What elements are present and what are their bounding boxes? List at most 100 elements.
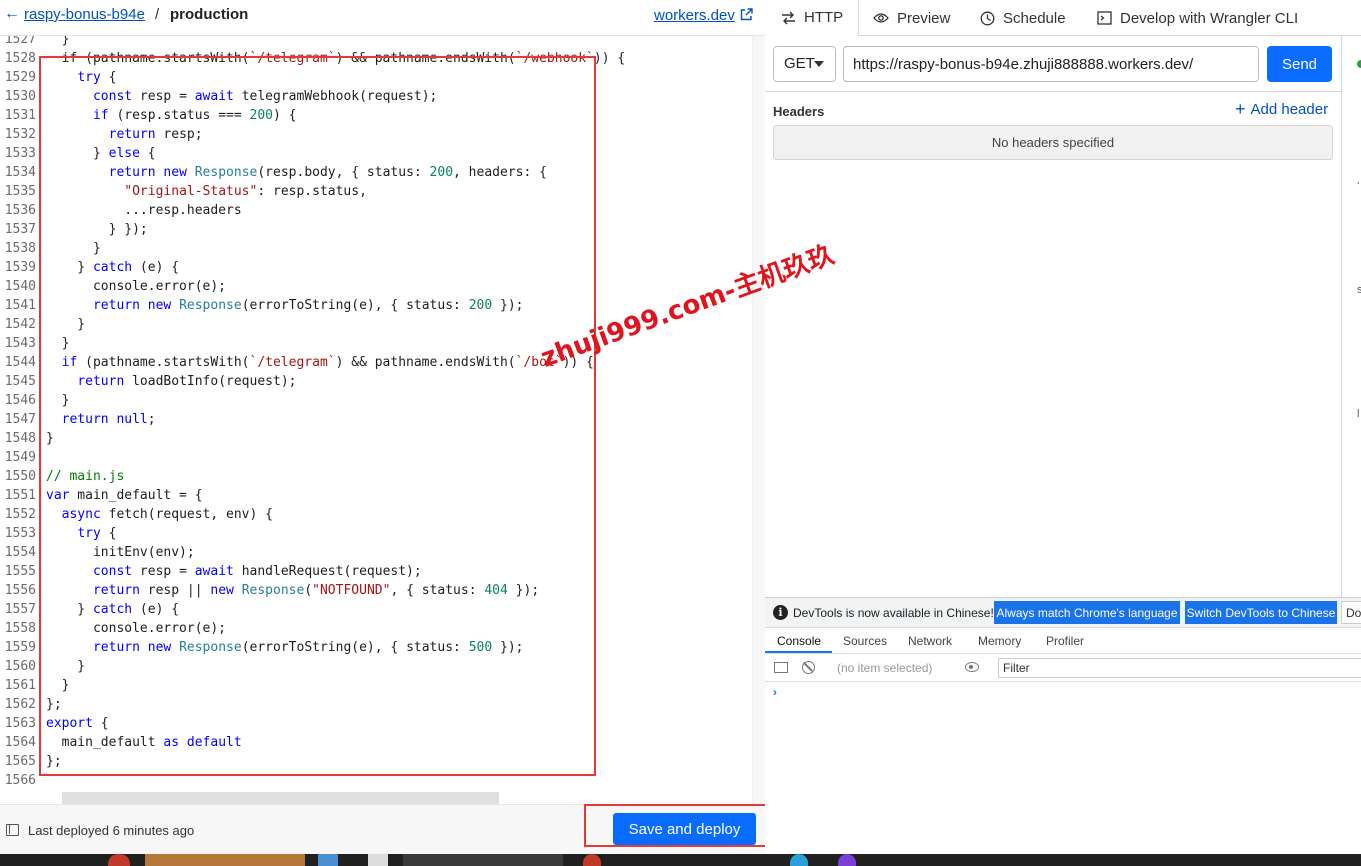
code-line[interactable]: 1553 try { (0, 524, 752, 543)
code-line[interactable]: 1530 const resp = await telegramWebhook(… (0, 87, 752, 106)
code-token: ) && pathname.endsWith( (335, 51, 516, 66)
back-arrow-icon[interactable]: ← (4, 5, 20, 23)
code-line[interactable]: 1527 } (0, 36, 752, 49)
code-text: } (46, 676, 70, 695)
code-line[interactable]: 1528 if (pathname.startsWith(`/telegram`… (0, 49, 752, 68)
tab-http[interactable]: HTTP (765, 0, 859, 37)
code-line[interactable]: 1561 } (0, 676, 752, 695)
clear-console-icon[interactable] (802, 661, 815, 674)
console-filter-input[interactable]: Filter (998, 658, 1361, 678)
external-link-icon[interactable] (740, 8, 753, 21)
truncated-mark: ‘ (1357, 180, 1360, 192)
taskbar-app-icon[interactable] (108, 854, 130, 866)
code-line[interactable]: 1529 try { (0, 68, 752, 87)
code-line[interactable]: 1537 } }); (0, 220, 752, 239)
code-line[interactable]: 1555 const resp = await handleRequest(re… (0, 562, 752, 581)
code-line[interactable]: 1539 } catch (e) { (0, 258, 752, 277)
code-line[interactable]: 1547 return null; (0, 410, 752, 429)
vertical-scrollbar[interactable] (752, 36, 765, 804)
code-line[interactable]: 1534 return new Response(resp.body, { st… (0, 163, 752, 182)
switch-language-button[interactable]: Switch DevTools to Chinese (1185, 601, 1337, 624)
code-line[interactable]: 1548} (0, 429, 752, 448)
code-line[interactable]: 1538 } (0, 239, 752, 258)
code-line[interactable]: 1566 (0, 771, 752, 790)
devtools-tab-console[interactable]: Console (777, 634, 821, 648)
line-number: 1539 (4, 260, 36, 275)
code-line[interactable]: 1549 (0, 448, 752, 467)
line-number: 1553 (4, 526, 36, 541)
code-token: } (46, 336, 70, 351)
code-token: (pathname.startsWith( (77, 355, 250, 370)
panel-divider[interactable] (1341, 36, 1342, 597)
add-header-button[interactable]: + Add header (1235, 99, 1328, 120)
taskbar-app-icon[interactable] (318, 854, 338, 866)
live-expression-eye-icon[interactable] (965, 662, 979, 672)
code-token: try (77, 70, 101, 85)
console-prompt-icon[interactable]: › (773, 685, 777, 699)
editor-topbar: ← raspy-bonus-b94e / production workers.… (0, 0, 765, 36)
devtools-tab-memory[interactable]: Memory (978, 634, 1021, 648)
save-and-deploy-button[interactable]: Save and deploy (613, 813, 756, 845)
tab-wrangler-cli[interactable]: Develop with Wrangler CLI (1097, 0, 1298, 36)
devtools-tab-profiler[interactable]: Profiler (1046, 634, 1084, 648)
line-number: 1527 (4, 36, 36, 47)
code-line[interactable]: 1552 async fetch(request, env) { (0, 505, 752, 524)
code-line[interactable]: 1554 initEnv(env); (0, 543, 752, 562)
code-editor[interactable]: 1527 } 1528 if (pathname.startsWith(`/tel… (0, 36, 752, 804)
worker-name-link[interactable]: raspy-bonus-b94e (24, 6, 145, 23)
devtools-tab-network[interactable]: Network (908, 634, 952, 648)
code-token: if (92, 108, 109, 123)
code-line[interactable]: 1556 return resp || new Response("NOTFOU… (0, 581, 752, 600)
code-line[interactable]: 1546 } (0, 391, 752, 410)
devtools-tab-bar: Console Sources Network Memory Profiler (765, 628, 1361, 654)
tab-preview[interactable]: Preview (873, 0, 950, 36)
code-line[interactable]: 1559 return new Response(errorToString(e… (0, 638, 752, 657)
code-token: { (100, 70, 117, 85)
dont-show-again-button[interactable]: Don't show again (1341, 601, 1361, 624)
code-token: try (77, 526, 101, 541)
code-line[interactable]: 1564 main_default as default (0, 733, 752, 752)
sidebar-toggle-icon[interactable] (6, 824, 19, 836)
line-number: 1561 (4, 678, 36, 693)
code-token: }); (507, 583, 540, 598)
taskbar-app-icon[interactable] (838, 854, 856, 866)
code-line[interactable]: 1545 return loadBotInfo(request); (0, 372, 752, 391)
code-token: catch (92, 260, 133, 275)
workers-dev-link[interactable]: workers.dev (654, 7, 735, 24)
taskbar-app-icon[interactable] (790, 854, 808, 866)
code-line[interactable]: 1562}; (0, 695, 752, 714)
code-line[interactable]: 1558 console.error(e); (0, 619, 752, 638)
taskbar-app-icon[interactable] (368, 854, 388, 866)
context-selector[interactable]: (no item selected) (837, 661, 932, 675)
code-line[interactable]: 1533 } else { (0, 144, 752, 163)
line-number: 1529 (4, 70, 36, 85)
code-line[interactable]: 1532 return resp; (0, 125, 752, 144)
tab-schedule[interactable]: Schedule (980, 0, 1066, 36)
code-line[interactable]: 1551 var main_default = { (0, 486, 752, 505)
code-line[interactable]: 1560 } (0, 657, 752, 676)
code-line[interactable]: 1544 if (pathname.startsWith(`/telegram`… (0, 353, 752, 372)
url-input[interactable] (843, 46, 1259, 82)
code-line[interactable]: 1536 ...resp.headers (0, 201, 752, 220)
code-token: 200 (429, 165, 454, 180)
console-sidebar-icon[interactable] (774, 662, 788, 673)
code-line[interactable]: 1535 "Original-Status": resp.status, (0, 182, 752, 201)
devtools-tab-sources[interactable]: Sources (843, 634, 887, 648)
http-method-select[interactable]: GET (773, 46, 836, 82)
code-line[interactable]: 1565}; (0, 752, 752, 771)
taskbar-active-window[interactable] (145, 854, 305, 866)
code-token: Response (179, 298, 242, 313)
line-number: 1546 (4, 393, 36, 408)
horizontal-scrollbar[interactable] (62, 792, 499, 804)
code-line[interactable]: 1540 console.error(e); (0, 277, 752, 296)
send-button[interactable]: Send (1267, 46, 1332, 82)
code-line[interactable]: 1531 if (resp.status === 200) { (0, 106, 752, 125)
code-line[interactable]: 1563 export { (0, 714, 752, 733)
code-line[interactable]: 1550 // main.js (0, 467, 752, 486)
match-language-button[interactable]: Always match Chrome's language (994, 601, 1180, 624)
taskbar-app-icon[interactable] (583, 854, 601, 866)
taskbar-window[interactable] (403, 854, 563, 866)
code-line[interactable]: 1557 } catch (e) { (0, 600, 752, 619)
